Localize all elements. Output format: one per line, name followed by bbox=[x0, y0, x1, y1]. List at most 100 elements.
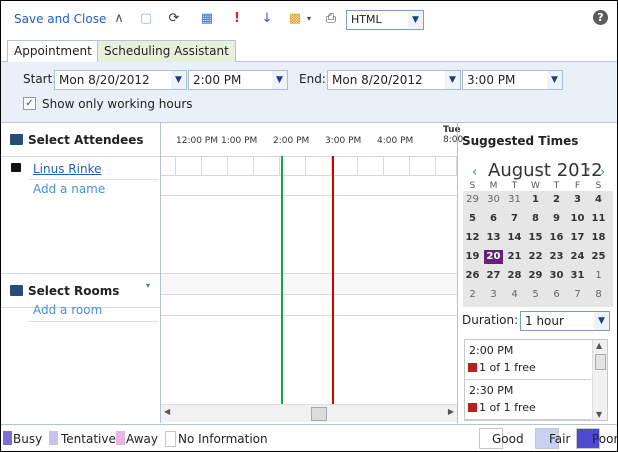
chevron-down-icon[interactable]: ▾ bbox=[586, 165, 590, 174]
suggested-slot[interactable]: 2:00 PM 1 of 1 free bbox=[465, 340, 591, 380]
add-name-input[interactable]: Add a name bbox=[33, 180, 105, 198]
working-hours-checkbox[interactable]: ✓ bbox=[23, 97, 36, 110]
busy-swatch bbox=[3, 431, 12, 445]
calendar-day-selected[interactable]: 20 bbox=[484, 250, 503, 264]
attendee-name-link[interactable]: Linus Rinke bbox=[33, 160, 101, 178]
duration-label: Duration: bbox=[462, 313, 519, 327]
suggested-slot[interactable]: 2:30 PM 1 of 1 free bbox=[465, 380, 591, 420]
calendar-day[interactable]: 5 bbox=[463, 212, 482, 226]
high-importance-icon[interactable]: ! bbox=[229, 11, 245, 27]
calendar-day[interactable]: 1 bbox=[589, 269, 608, 283]
calendar-day[interactable]: 29 bbox=[463, 193, 482, 207]
prev-month-icon[interactable]: ‹ bbox=[472, 165, 477, 180]
duration-select[interactable]: 1 hour ▼ bbox=[520, 311, 610, 331]
suggested-slots-list: 2:00 PM 1 of 1 free 2:30 PM 1 of 1 free … bbox=[464, 339, 608, 421]
chevron-down-icon[interactable]: ▾ bbox=[146, 281, 150, 290]
calendar-day[interactable]: 21 bbox=[505, 250, 524, 264]
calendar-day[interactable]: 25 bbox=[589, 250, 608, 264]
chevron-down-icon[interactable]: ▼ bbox=[547, 71, 562, 89]
tab-appointment[interactable]: Appointment bbox=[7, 40, 99, 62]
scroll-down-icon[interactable]: ▼ bbox=[596, 410, 602, 419]
chevron-down-icon[interactable]: ▾ bbox=[301, 11, 317, 27]
calendar-day[interactable]: 7 bbox=[505, 212, 524, 226]
address-book-icon[interactable] bbox=[10, 285, 23, 296]
calendar-day[interactable]: 5 bbox=[526, 288, 545, 302]
calendar-day[interactable]: 3 bbox=[568, 193, 587, 207]
calendar-day[interactable]: 26 bbox=[463, 269, 482, 283]
print-icon[interactable]: ⎙ bbox=[323, 11, 339, 27]
calendar-day[interactable]: 16 bbox=[547, 231, 566, 245]
end-date-select[interactable]: Mon 8/20/2012 ▼ bbox=[327, 70, 461, 90]
scrollbar-thumb[interactable] bbox=[311, 407, 327, 421]
attendee-freebusy-row bbox=[161, 156, 457, 176]
recurrence-icon[interactable]: ⟳ bbox=[166, 11, 182, 27]
attendees-title[interactable]: Select Attendees bbox=[28, 133, 144, 147]
calendar-day[interactable]: 29 bbox=[526, 269, 545, 283]
calendar-day[interactable]: 12 bbox=[463, 231, 482, 245]
tab-scheduling-assistant[interactable]: Scheduling Assistant bbox=[97, 40, 236, 62]
calendar-day[interactable]: 22 bbox=[526, 250, 545, 264]
start-date-select[interactable]: Mon 8/20/2012 ▼ bbox=[54, 70, 187, 90]
duration-value: 1 hour bbox=[525, 314, 564, 328]
calendar-day[interactable]: 4 bbox=[505, 288, 524, 302]
rooms-title[interactable]: Select Rooms bbox=[28, 284, 119, 298]
help-icon[interactable]: ? bbox=[593, 10, 608, 25]
scroll-up-icon[interactable]: ▲ bbox=[596, 341, 602, 350]
save-and-close-button[interactable]: Save and Close bbox=[14, 11, 106, 27]
add-room-input[interactable]: Add a room bbox=[33, 301, 102, 319]
horizontal-scrollbar[interactable]: ◀ ▶ bbox=[161, 404, 457, 422]
calendar-day[interactable]: 31 bbox=[505, 193, 524, 207]
calendar-day[interactable]: 17 bbox=[568, 231, 587, 245]
chevron-down-icon[interactable]: ▼ bbox=[272, 71, 287, 89]
calendar-day[interactable]: 27 bbox=[484, 269, 503, 283]
address-book-icon[interactable] bbox=[10, 134, 23, 145]
calendar-day[interactable]: 13 bbox=[484, 231, 503, 245]
busy-icon bbox=[468, 403, 477, 412]
calendar-day[interactable]: 31 bbox=[568, 269, 587, 283]
suggested-times-title: Suggested Times bbox=[462, 134, 579, 148]
divider bbox=[28, 321, 159, 322]
calendar-grid-icon[interactable]: ▦ bbox=[199, 11, 215, 27]
start-time-select[interactable]: 2:00 PM ▼ bbox=[188, 70, 288, 90]
end-time-select[interactable]: 3:00 PM ▼ bbox=[462, 70, 563, 90]
calendar-day[interactable]: 14 bbox=[505, 231, 524, 245]
scroll-right-icon[interactable]: ▶ bbox=[448, 407, 454, 416]
calendar-day[interactable]: 19 bbox=[463, 250, 482, 264]
calendar-day[interactable]: 18 bbox=[589, 231, 608, 245]
next-month-icon[interactable]: › bbox=[600, 165, 605, 180]
scrollbar-thumb[interactable] bbox=[595, 354, 606, 370]
scroll-left-icon[interactable]: ◀ bbox=[164, 407, 170, 416]
chevron-down-icon[interactable]: ▼ bbox=[445, 71, 460, 89]
calendar-day[interactable]: 4 bbox=[589, 193, 608, 207]
calendar-day[interactable]: 10 bbox=[568, 212, 587, 226]
calendar-day[interactable]: 8 bbox=[589, 288, 608, 302]
calendar-day[interactable]: 8 bbox=[526, 212, 545, 226]
address-book-icon[interactable]: ▢ bbox=[138, 11, 154, 27]
attach-icon[interactable]: ∧ bbox=[111, 11, 127, 27]
chevron-down-icon[interactable]: ▼ bbox=[408, 11, 423, 29]
calendar-day[interactable]: 24 bbox=[568, 250, 587, 264]
calendar-day[interactable]: 6 bbox=[547, 288, 566, 302]
calendar-day[interactable]: 11 bbox=[589, 212, 608, 226]
format-select[interactable]: HTML ▼ bbox=[346, 10, 424, 30]
cell bbox=[410, 156, 436, 175]
calendar-day[interactable]: 7 bbox=[568, 288, 587, 302]
chevron-down-icon[interactable]: ▼ bbox=[171, 71, 186, 89]
calendar-day[interactable]: 3 bbox=[484, 288, 503, 302]
calendar-day[interactable]: 15 bbox=[526, 231, 545, 245]
calendar-day[interactable]: 2 bbox=[463, 288, 482, 302]
calendar-day[interactable]: 9 bbox=[547, 212, 566, 226]
calendar-day[interactable]: 2 bbox=[547, 193, 566, 207]
cell bbox=[332, 156, 358, 175]
cell bbox=[228, 156, 254, 175]
calendar-day[interactable]: 23 bbox=[547, 250, 566, 264]
add-name-row bbox=[161, 176, 457, 196]
calendar-day[interactable]: 28 bbox=[505, 269, 524, 283]
calendar-day[interactable]: 6 bbox=[484, 212, 503, 226]
calendar-day[interactable]: 30 bbox=[547, 269, 566, 283]
vertical-scrollbar[interactable]: ▲ ▼ bbox=[592, 340, 607, 420]
calendar-day[interactable]: 1 bbox=[526, 193, 545, 207]
chevron-down-icon[interactable]: ▼ bbox=[594, 312, 609, 330]
low-importance-icon[interactable]: ↓ bbox=[259, 11, 275, 27]
calendar-day[interactable]: 30 bbox=[484, 193, 503, 207]
